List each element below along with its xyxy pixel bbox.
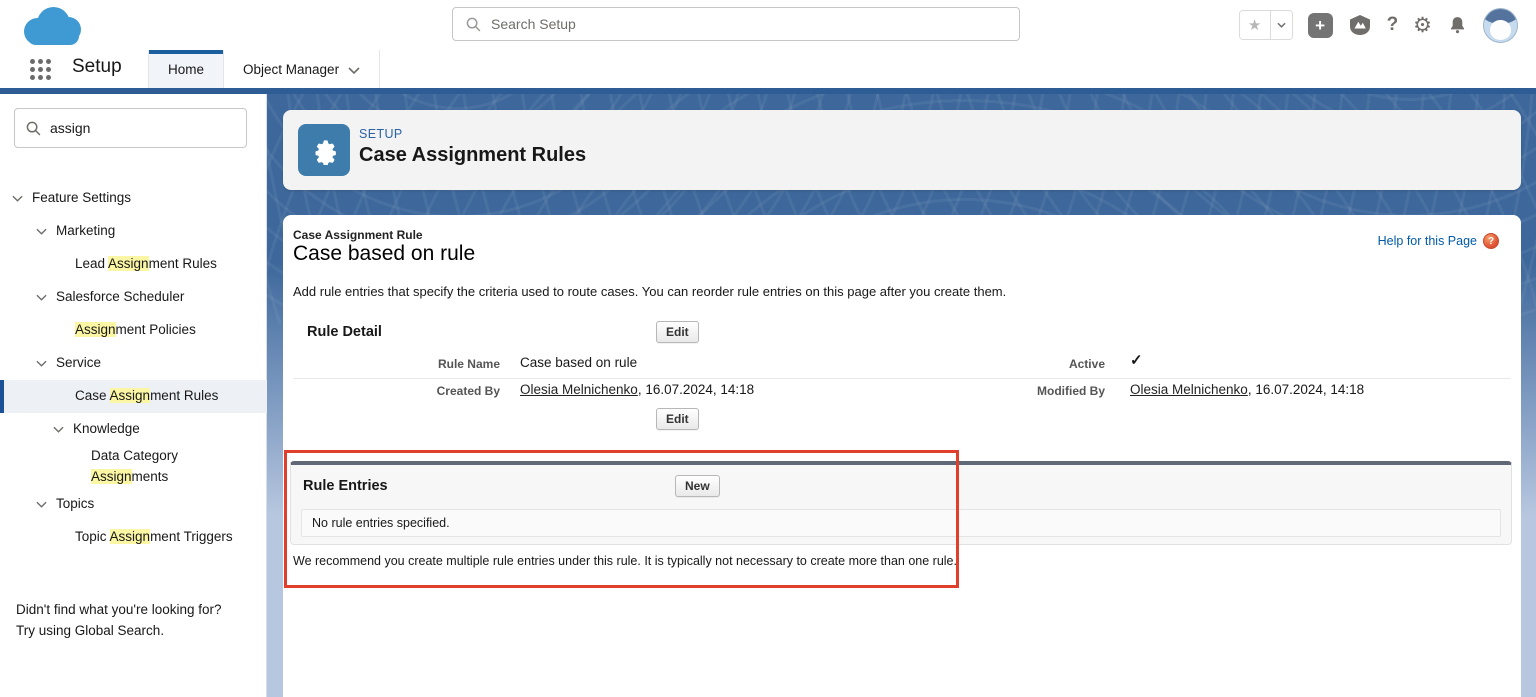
quick-find-input[interactable] [50,120,246,136]
user-avatar[interactable] [1483,7,1518,43]
sidebar-footer-text: Didn't find what you're looking for? Try… [16,602,222,638]
chevron-down-icon [53,419,64,440]
rule-entries-recommendation: We recommend you create multiple rule en… [293,554,957,568]
sidebar-item-topic-assignment-triggers[interactable]: Topic Assignment Triggers [0,521,267,554]
setup-sidebar: Feature SettingsMarketingLead Assignment… [0,94,267,697]
modified-by-link[interactable]: Olesia Melnichenko [1130,382,1248,397]
header-actions: ★ + ? ⚙ [1238,0,1518,50]
help-icon[interactable]: ? [1387,14,1399,36]
quick-find-box[interactable] [14,108,247,148]
tab-object-manager[interactable]: Object Manager [224,50,381,88]
setup-tree: Feature Settings Marketing Lead Assignment… [0,182,267,554]
nav-tabs: Home Object Manager [148,50,381,88]
global-search-input[interactable] [491,16,1019,32]
search-icon [466,17,481,31]
sidebar-item-topics[interactable]: Topics [0,488,267,521]
created-by-label: Created By [436,384,500,398]
rule-entries-section: Rule Entries New No rule entries specifi… [290,461,1512,545]
rule-name-label: Rule Name [437,357,500,371]
sidebar-item-feature-settings[interactable]: Feature Settings [0,182,267,215]
page-description: Add rule entries that specify the criter… [293,284,1007,299]
created-by-link[interactable]: Olesia Melnichenko [520,382,638,397]
active-checkmark-icon: ✓ [1130,352,1143,369]
entity-label: Case Assignment Rule [293,228,423,242]
app-launcher-icon[interactable] [30,59,57,80]
quick-add-icon[interactable]: + [1307,12,1333,38]
help-question-icon[interactable]: ? [1483,233,1499,249]
modified-by-value: Olesia Melnichenko, 16.07.2024, 14:18 [1130,382,1365,397]
help-for-this-page-link[interactable]: Help for this Page [1378,234,1477,248]
notifications-bell-icon[interactable] [1447,14,1468,36]
rule-entries-empty-message: No rule entries specified. [301,509,1501,537]
salesforce-logo [24,5,82,45]
sidebar-item-assignment-policies[interactable]: Assignment Policies [0,314,267,347]
record-title: Case based on rule [293,242,476,265]
detail-row-divider [293,378,1511,379]
sidebar-item-marketing[interactable]: Marketing [0,215,267,248]
chevron-down-icon [36,353,47,374]
sidebar-item-salesforce-scheduler[interactable]: Salesforce Scheduler [0,281,267,314]
content-card: Case Assignment Rule Case based on rule … [283,215,1521,697]
global-search[interactable] [452,7,1020,41]
help-row: Help for this Page ? [1378,233,1499,249]
chevron-down-icon [36,494,47,515]
search-icon [26,121,41,135]
brand-divider [0,88,1536,94]
chevron-down-icon [36,221,47,242]
favorites-caret-icon[interactable] [1269,11,1292,39]
page-eyebrow: SETUP [359,127,403,141]
active-label: Active [1068,357,1105,371]
chevron-down-icon [348,62,360,77]
setup-tile-gear-icon [298,124,350,176]
salesforce-setup-screen: ★ + ? ⚙ Setup Home Object Manager [0,0,1536,697]
modified-by-label: Modified By [1037,384,1105,398]
page-title: Case Assignment Rules [359,144,587,166]
favorites-star-icon[interactable]: ★ [1239,11,1270,39]
created-by-value: Olesia Melnichenko, 16.07.2024, 14:18 [520,382,755,397]
sidebar-item-knowledge[interactable]: Knowledge [0,413,267,446]
sidebar-item-data-category-assignments[interactable]: Data Category Assignments [0,446,267,488]
edit-button-top[interactable]: Edit [656,321,699,343]
sidebar-item-lead-assignment-rules[interactable]: Lead Assignment Rules [0,248,267,281]
chevron-down-icon [36,287,47,308]
app-name: Setup [72,56,122,77]
rule-entries-title: Rule Entries [303,478,388,494]
page-header-card: SETUP Case Assignment Rules [283,110,1521,190]
setup-gear-icon[interactable]: ⚙ [1413,13,1432,38]
main-area: SETUP Case Assignment Rules Case Assignm… [267,94,1536,697]
tab-home[interactable]: Home [148,50,225,88]
edit-button-bottom[interactable]: Edit [656,408,699,430]
favorites-control: ★ [1238,10,1293,40]
global-header: ★ + ? ⚙ [0,0,1536,50]
sidebar-item-service[interactable]: Service [0,347,267,380]
setup-nav-bar: Setup Home Object Manager [0,50,1536,88]
new-rule-entry-button[interactable]: New [675,475,720,497]
chevron-down-icon [12,188,23,209]
rule-detail-title: Rule Detail [307,324,382,340]
sidebar-item-case-assignment-rules[interactable]: Case Assignment Rules [0,380,267,413]
rule-name-value: Case based on rule [520,355,638,370]
guidance-center-icon[interactable] [1348,13,1372,37]
